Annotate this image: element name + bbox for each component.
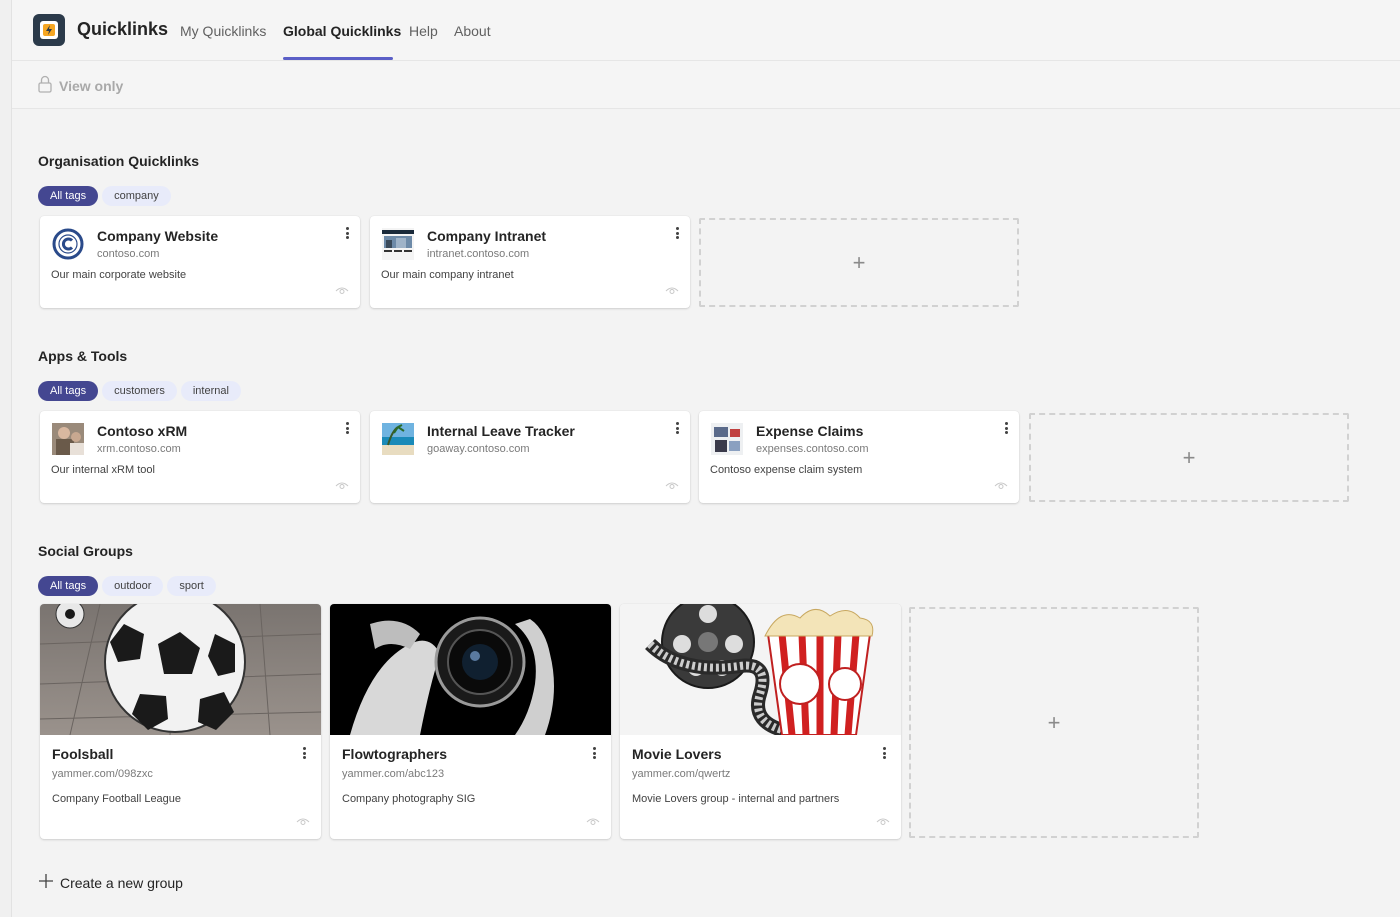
section-title-organisation: Organisation Quicklinks	[38, 153, 200, 169]
tag-company[interactable]: company	[102, 186, 171, 206]
eye-icon	[586, 813, 600, 831]
tab-global-quicklinks[interactable]: Global Quicklinks	[283, 23, 401, 39]
eye-icon	[665, 477, 679, 495]
tag-outdoor[interactable]: outdoor	[102, 576, 164, 596]
group-card-flowtographers[interactable]: Flowtographers yammer.com/abc123 Company…	[330, 604, 611, 839]
card-title: Internal Leave Tracker	[427, 423, 575, 439]
copyright-logo-icon	[52, 228, 84, 260]
group-url: yammer.com/qwertz	[632, 768, 731, 780]
app-title: Quicklinks	[77, 19, 169, 39]
view-only-label: View only	[59, 77, 124, 94]
card-description: Our main company intranet	[381, 269, 514, 281]
tag-filter-apps-tools: All tags customers internal	[38, 381, 241, 401]
eye-icon	[335, 477, 349, 495]
group-description: Company Football League	[52, 793, 182, 805]
tag-filter-organisation: All tags company	[38, 186, 171, 206]
card-title: Expense Claims	[756, 423, 864, 439]
group-card-foolsball[interactable]: Foolsball yammer.com/098zxc Company Foot…	[40, 604, 321, 839]
film-reel-popcorn-image	[620, 604, 901, 735]
more-options-icon[interactable]	[299, 745, 309, 761]
app-header: Quicklinks My Quicklinks Global Quicklin…	[12, 0, 1400, 61]
group-title: Foolsball	[52, 746, 114, 762]
xrm-thumbnail	[52, 423, 84, 455]
intranet-thumbnail	[382, 228, 414, 260]
group-title: Flowtographers	[342, 746, 448, 762]
quicklink-card-contoso-xrm[interactable]: Contoso xRM xrm.contoso.com Our internal…	[40, 411, 360, 503]
plus-icon	[38, 873, 54, 892]
tag-all[interactable]: All tags	[38, 186, 99, 206]
more-options-icon[interactable]	[589, 745, 599, 761]
tab-about[interactable]: About	[454, 23, 491, 39]
more-options-icon[interactable]	[879, 745, 889, 761]
group-description: Company photography SIG	[342, 793, 476, 805]
tag-sport[interactable]: sport	[167, 576, 216, 596]
group-url: yammer.com/abc123	[342, 768, 445, 780]
card-url: goaway.contoso.com	[427, 443, 530, 455]
quicklink-card-company-website[interactable]: Company Website contoso.com Our main cor…	[40, 216, 360, 308]
tag-all[interactable]: All tags	[38, 576, 99, 596]
lock-icon	[38, 75, 52, 96]
card-title: Contoso xRM	[97, 423, 188, 439]
section-title-social-groups: Social Groups	[38, 543, 133, 559]
soccer-ball-image	[40, 604, 321, 735]
more-options-icon[interactable]	[672, 225, 682, 241]
more-options-icon[interactable]	[672, 420, 682, 436]
eye-icon	[335, 282, 349, 300]
section-title-apps-tools: Apps & Tools	[38, 348, 128, 364]
command-bar: View only	[12, 61, 1400, 109]
more-options-icon[interactable]	[1001, 420, 1011, 436]
eye-icon	[994, 477, 1008, 495]
group-url: yammer.com/098zxc	[52, 768, 153, 780]
camera-lens-image	[330, 604, 611, 735]
create-new-group-button[interactable]: Create a new group	[38, 873, 183, 892]
expenses-thumbnail	[711, 423, 743, 455]
card-title: Company Website	[97, 228, 219, 244]
eye-icon	[296, 813, 310, 831]
app-rail	[0, 0, 12, 917]
quicklink-card-leave-tracker[interactable]: Internal Leave Tracker goaway.contoso.co…	[370, 411, 690, 503]
card-description: Our main corporate website	[51, 269, 187, 281]
quicklink-card-company-intranet[interactable]: Company Intranet intranet.contoso.com Ou…	[370, 216, 690, 308]
app-logo-icon	[33, 14, 65, 46]
group-description: Movie Lovers group - internal and partne…	[632, 793, 840, 805]
add-quicklink-button[interactable]: +	[1029, 413, 1349, 502]
card-url: xrm.contoso.com	[97, 443, 181, 455]
tag-all[interactable]: All tags	[38, 381, 99, 401]
card-title: Company Intranet	[427, 228, 547, 244]
card-description: Contoso expense claim system	[710, 464, 863, 476]
add-group-link-button[interactable]: +	[909, 607, 1199, 838]
tag-internal[interactable]: internal	[180, 381, 241, 401]
eye-icon	[876, 813, 890, 831]
tab-my-quicklinks[interactable]: My Quicklinks	[180, 23, 266, 39]
create-new-group-label: Create a new group	[60, 874, 183, 891]
eye-icon	[665, 282, 679, 300]
add-quicklink-button[interactable]: +	[699, 218, 1019, 307]
card-url: contoso.com	[97, 248, 160, 260]
active-tab-indicator	[283, 57, 393, 60]
card-url: intranet.contoso.com	[427, 248, 530, 260]
tag-customers[interactable]: customers	[102, 381, 177, 401]
card-description: Our internal xRM tool	[51, 464, 155, 476]
group-card-movie-lovers[interactable]: Movie Lovers yammer.com/qwertz Movie Lov…	[620, 604, 901, 839]
view-only-indicator: View only	[38, 75, 123, 96]
quicklink-card-expense-claims[interactable]: Expense Claims expenses.contoso.com Cont…	[699, 411, 1019, 503]
more-options-icon[interactable]	[342, 225, 352, 241]
tag-filter-social-groups: All tags outdoor sport	[38, 576, 216, 596]
card-url: expenses.contoso.com	[756, 443, 869, 455]
beach-thumbnail	[382, 423, 414, 455]
more-options-icon[interactable]	[342, 420, 352, 436]
tab-help[interactable]: Help	[409, 23, 438, 39]
group-title: Movie Lovers	[632, 746, 722, 762]
